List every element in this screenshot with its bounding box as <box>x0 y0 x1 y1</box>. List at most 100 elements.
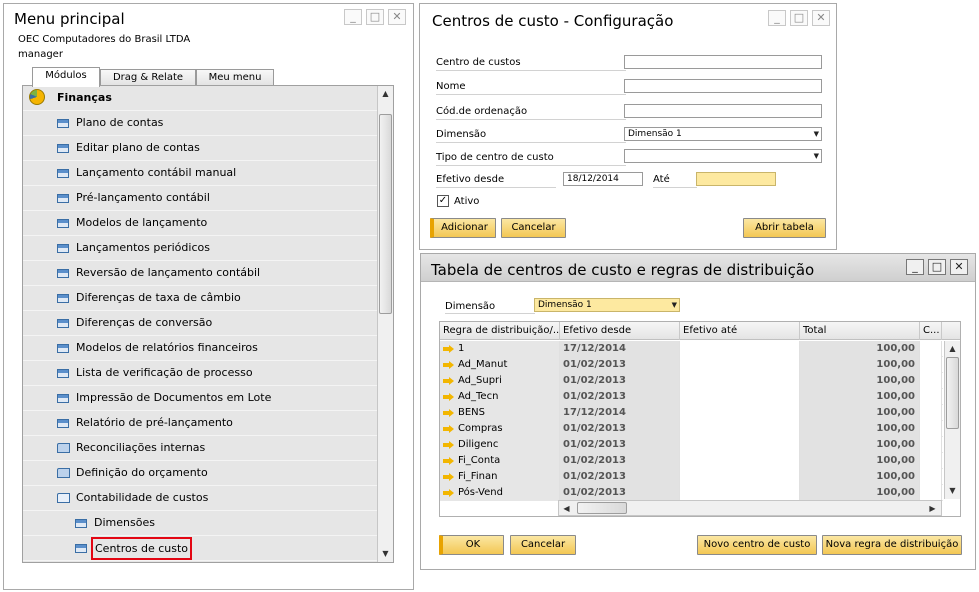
column-header[interactable]: Regra de distribuição/... <box>440 322 560 340</box>
desde-cell: 01/02/2013 <box>560 357 680 373</box>
table-row[interactable]: Fi_Conta 01/02/2013 100,00 <box>440 453 943 469</box>
table-row[interactable]: Diligenc 01/02/2013 100,00 <box>440 437 943 453</box>
link-arrow-icon[interactable] <box>443 457 454 465</box>
maximize-icon[interactable]: □ <box>366 9 384 25</box>
form-icon <box>57 369 69 378</box>
menu-item-relatorio-pre-lancamento[interactable]: Relatório de pré-lançamento <box>23 411 378 436</box>
column-header[interactable]: C... <box>920 322 942 340</box>
regra-value: Fi_Conta <box>458 455 501 466</box>
cod-input[interactable] <box>624 104 822 118</box>
menu-item-editar-plano[interactable]: Editar plano de contas <box>23 136 378 161</box>
scroll-right-icon[interactable]: ▶ <box>925 501 940 517</box>
menu-item-lancamentos-periodicos[interactable]: Lançamentos periódicos <box>23 236 378 261</box>
link-arrow-icon[interactable] <box>443 489 454 497</box>
nova-regra-button[interactable]: Nova regra de distribuição <box>822 535 962 555</box>
adicionar-button[interactable]: Adicionar <box>430 218 496 238</box>
regra-cell: Compras <box>440 421 560 437</box>
link-arrow-icon[interactable] <box>443 425 454 433</box>
novo-centro-button[interactable]: Novo centro de custo <box>697 535 817 555</box>
efetivo-input[interactable]: 18/12/2014 <box>563 172 643 186</box>
link-arrow-icon[interactable] <box>443 473 454 481</box>
menu-item-diferencas-conversao[interactable]: Diferenças de conversão <box>23 311 378 336</box>
table-row[interactable]: BENS 17/12/2014 100,00 <box>440 405 943 421</box>
table-scrollbar[interactable]: ▲ ▼ <box>944 341 960 499</box>
scroll-thumb[interactable] <box>379 114 392 314</box>
regra-cell: Fi_Conta <box>440 453 560 469</box>
link-arrow-icon[interactable] <box>443 345 454 353</box>
tipo-select[interactable] <box>624 149 822 163</box>
close-icon[interactable]: ✕ <box>388 9 406 25</box>
close-icon[interactable]: ✕ <box>950 259 968 275</box>
dimensao-select[interactable]: Dimensão 1 <box>624 127 822 141</box>
menu-scrollbar[interactable]: ▲ ▼ <box>377 86 393 562</box>
menu-item-lancamento-manual[interactable]: Lançamento contábil manual <box>23 161 378 186</box>
ate-input[interactable] <box>696 172 776 186</box>
dimensao-select[interactable]: Dimensão 1 <box>534 298 680 312</box>
maximize-icon[interactable]: □ <box>928 259 946 275</box>
scroll-left-icon[interactable]: ◀ <box>559 501 574 517</box>
regra-cell: Diligenc <box>440 437 560 453</box>
column-header[interactable]: Efetivo desde <box>560 322 680 340</box>
column-header[interactable]: Total <box>800 322 920 340</box>
ok-button[interactable]: OK <box>439 535 504 555</box>
menu-item-plano-de-contas[interactable]: Plano de contas <box>23 111 378 136</box>
regra-value: Pós-Vend <box>458 487 503 498</box>
regra-cell: BENS <box>440 405 560 421</box>
table-row[interactable]: 1 17/12/2014 100,00 <box>440 341 943 357</box>
scroll-up-icon[interactable]: ▲ <box>378 86 393 102</box>
section-financas[interactable]: Finanças <box>23 86 378 111</box>
menu-item-reversao[interactable]: Reversão de lançamento contábil <box>23 261 378 286</box>
tab-modulos[interactable]: Módulos <box>32 67 100 87</box>
regra-cell: 1 <box>440 341 560 357</box>
menu-item-modelos-relatorios[interactable]: Modelos de relatórios financeiros <box>23 336 378 361</box>
tipo-label: Tipo de centro de custo <box>436 152 554 163</box>
dimensao-label: Dimensão <box>436 129 487 140</box>
menu-item-dimensoes[interactable]: Dimensões <box>23 511 378 536</box>
link-arrow-icon[interactable] <box>443 441 454 449</box>
scroll-down-icon[interactable]: ▼ <box>945 483 960 499</box>
regra-value: Compras <box>458 423 503 434</box>
nome-input[interactable] <box>624 79 822 93</box>
menu-item-pre-lancamento[interactable]: Pré-lançamento contábil <box>23 186 378 211</box>
table-row[interactable]: Pós-Vend 01/02/2013 100,00 <box>440 485 943 501</box>
menu-item-centros-de-custo[interactable]: Centros de custo <box>23 536 378 561</box>
tab-meu-menu[interactable]: Meu menu <box>196 69 274 86</box>
table-hscrollbar[interactable]: ◀ ▶ <box>558 500 942 516</box>
table-row[interactable]: Ad_Tecn 01/02/2013 100,00 <box>440 389 943 405</box>
menu-item-reconciliacoes[interactable]: Reconciliações internas <box>23 436 378 461</box>
table-row[interactable]: Ad_Manut 01/02/2013 100,00 <box>440 357 943 373</box>
minimize-icon[interactable]: _ <box>906 259 924 275</box>
centro-input[interactable] <box>624 55 822 69</box>
table-row[interactable]: Ad_Supri 01/02/2013 100,00 <box>440 373 943 389</box>
scroll-thumb[interactable] <box>946 357 959 429</box>
tab-drag-relate[interactable]: Drag & Relate <box>100 69 196 86</box>
ate-cell <box>680 453 800 469</box>
link-arrow-icon[interactable] <box>443 361 454 369</box>
cancelar-button[interactable]: Cancelar <box>501 218 566 238</box>
link-arrow-icon[interactable] <box>443 377 454 385</box>
maximize-icon[interactable]: □ <box>790 10 808 26</box>
minimize-icon[interactable]: _ <box>344 9 362 25</box>
menu-item-lista-verificacao[interactable]: Lista de verificação de processo <box>23 361 378 386</box>
menu-item-modelos-lancamento[interactable]: Modelos de lançamento <box>23 211 378 236</box>
table-row[interactable]: Fi_Finan 01/02/2013 100,00 <box>440 469 943 485</box>
link-arrow-icon[interactable] <box>443 409 454 417</box>
ativo-checkbox[interactable]: ✓ <box>437 195 449 207</box>
menu-item-definicao-orcamento[interactable]: Definição do orçamento <box>23 461 378 486</box>
scroll-down-icon[interactable]: ▼ <box>378 546 393 562</box>
close-icon[interactable]: ✕ <box>812 10 830 26</box>
menu-item-impressao-lote[interactable]: Impressão de Documentos em Lote <box>23 386 378 411</box>
menu-item-diferencas-cambio[interactable]: Diferenças de taxa de câmbio <box>23 286 378 311</box>
menu-item-contabilidade-custos[interactable]: Contabilidade de custos <box>23 486 378 511</box>
link-arrow-icon[interactable] <box>443 393 454 401</box>
abrir-tabela-button[interactable]: Abrir tabela <box>743 218 826 238</box>
scroll-thumb[interactable] <box>577 502 627 514</box>
cancelar-button[interactable]: Cancelar <box>510 535 576 555</box>
column-header[interactable]: Efetivo até <box>680 322 800 340</box>
ate-cell <box>680 357 800 373</box>
minimize-icon[interactable]: _ <box>768 10 786 26</box>
menu-item-label: Diferenças de taxa de câmbio <box>76 291 241 304</box>
scroll-up-icon[interactable]: ▲ <box>945 341 960 357</box>
table-row[interactable]: Compras 01/02/2013 100,00 <box>440 421 943 437</box>
section-label: Finanças <box>57 91 112 104</box>
